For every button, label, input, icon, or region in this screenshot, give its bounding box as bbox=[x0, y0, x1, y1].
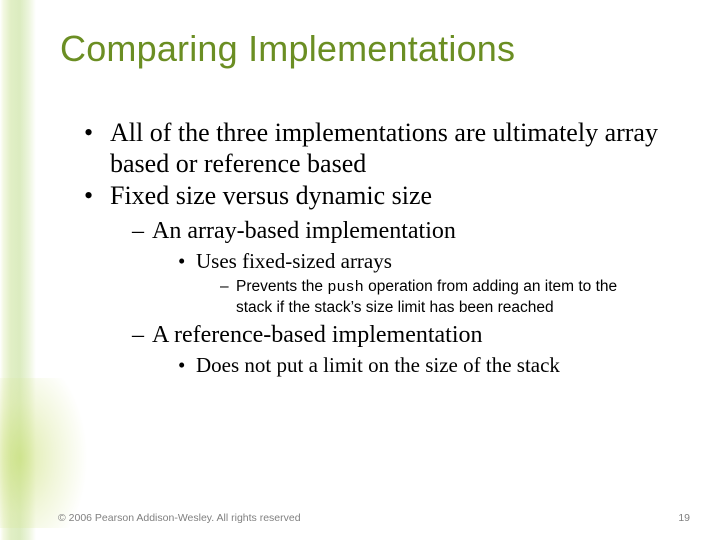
code-span: push bbox=[327, 278, 363, 296]
bullet-text: An array-based implementation bbox=[152, 218, 456, 244]
bullet-lvl3: Uses fixed-sized arrays Prevents the pus… bbox=[178, 248, 680, 318]
page-number: 19 bbox=[678, 512, 690, 524]
bullet-text: Uses fixed-sized arrays bbox=[196, 249, 392, 273]
bullet-sublist: Uses fixed-sized arrays Prevents the pus… bbox=[178, 248, 680, 318]
bullet-sublist: An array-based implementation Uses fixed… bbox=[132, 216, 680, 379]
slide: Comparing Implementations All of the thr… bbox=[0, 0, 720, 540]
bullet-lvl3: Does not put a limit on the size of the … bbox=[178, 352, 680, 379]
bullet-text-pre: Prevents the bbox=[236, 278, 327, 295]
bullet-lvl2: An array-based implementation Uses fixed… bbox=[132, 216, 680, 318]
bullet-lvl2: A reference-based implementation Does no… bbox=[132, 320, 680, 379]
bullet-text: All of the three implementations are ult… bbox=[110, 118, 658, 178]
bullet-sublist: Does not put a limit on the size of the … bbox=[178, 352, 680, 379]
copyright-footer: © 2006 Pearson Addison-Wesley. All right… bbox=[58, 512, 301, 524]
bullet-text: Fixed size versus dynamic size bbox=[110, 181, 432, 210]
bullet-lvl4: Prevents the push operation from adding … bbox=[220, 277, 650, 318]
bullet-text: A reference-based implementation bbox=[152, 322, 483, 348]
bullet-text: Does not put a limit on the size of the … bbox=[196, 353, 560, 377]
bullet-lvl1: All of the three implementations are ult… bbox=[84, 118, 680, 179]
bullet-sublist: Prevents the push operation from adding … bbox=[220, 277, 680, 318]
slide-title: Comparing Implementations bbox=[60, 28, 680, 70]
bullet-lvl1: Fixed size versus dynamic size An array-… bbox=[84, 181, 680, 379]
bullet-list: All of the three implementations are ult… bbox=[84, 118, 680, 379]
